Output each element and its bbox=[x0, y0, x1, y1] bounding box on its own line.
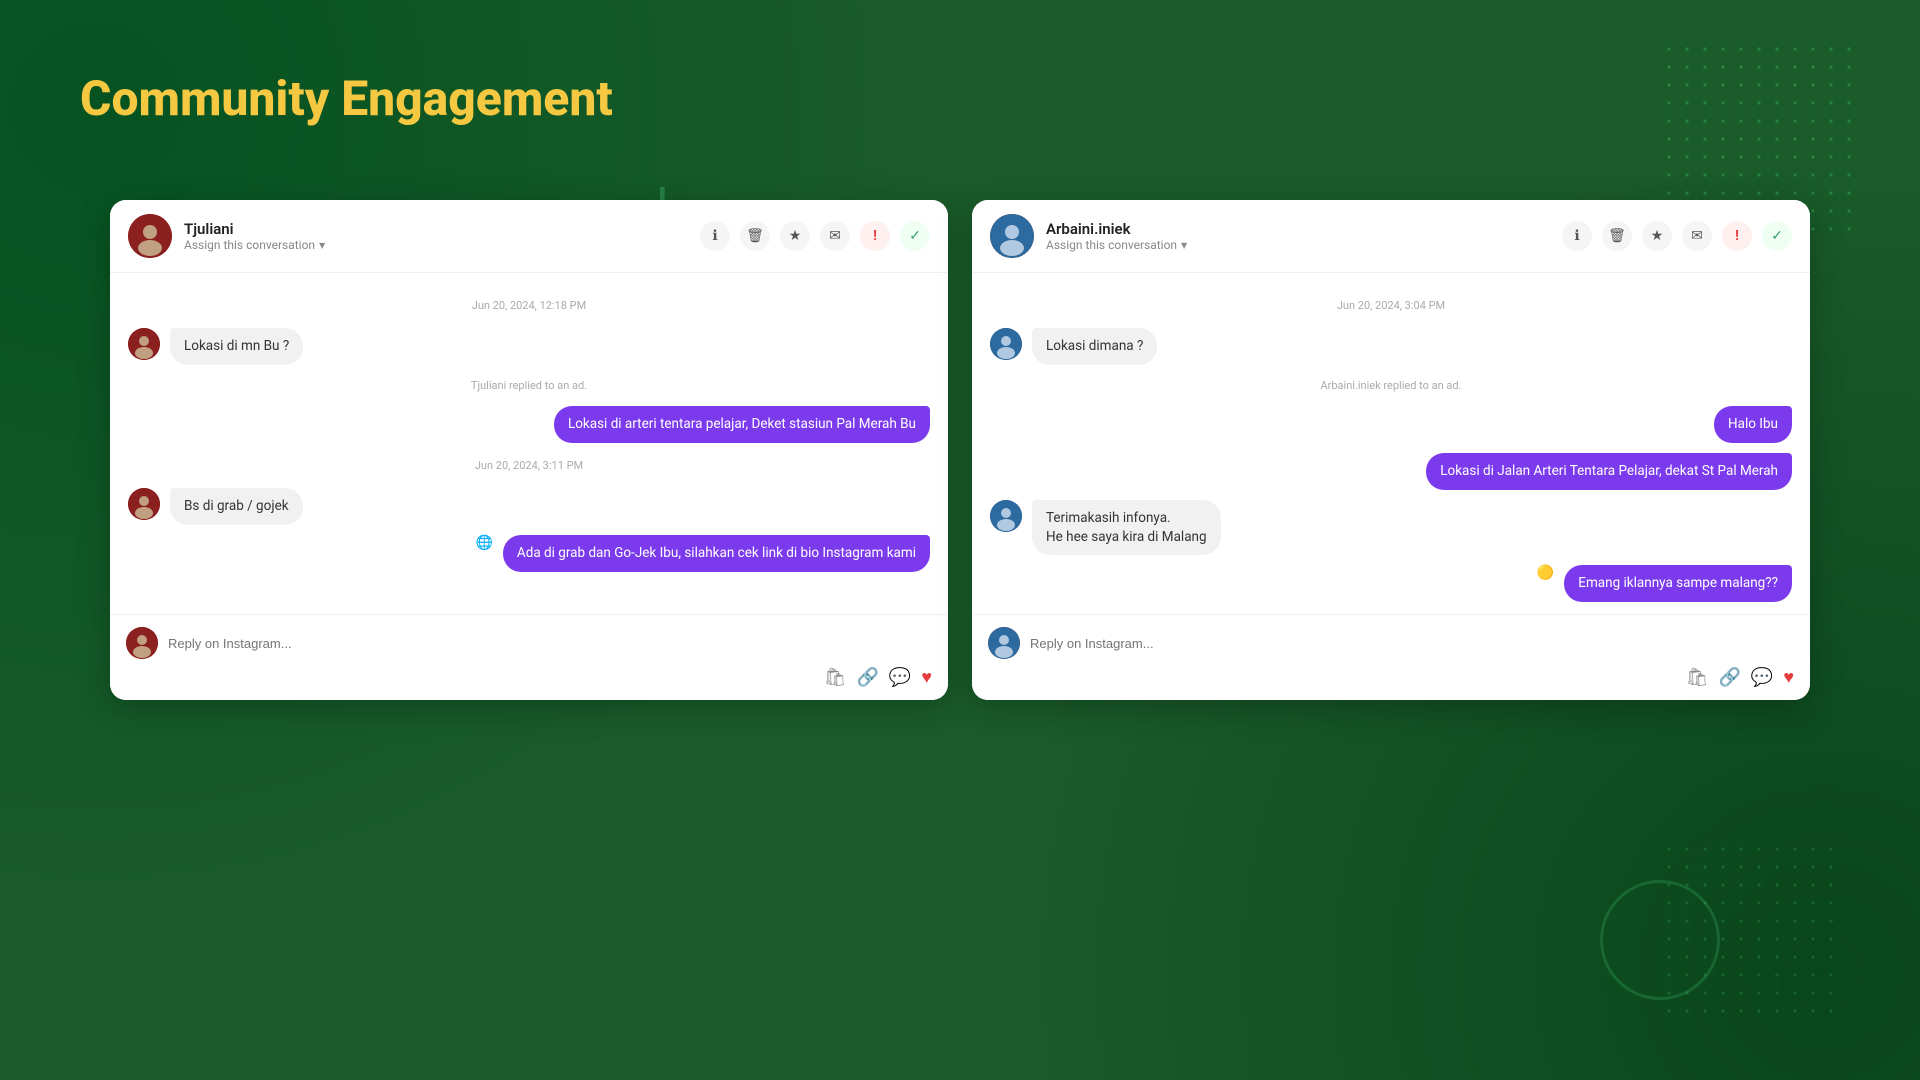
msg-avatar bbox=[128, 488, 160, 520]
avatar-inner-right bbox=[990, 214, 1034, 258]
reaction-emoji-right: 🟡 bbox=[1537, 565, 1554, 581]
msg-bubble-outgoing: Lokasi di Jalan Arteri Tentara Pelajar, … bbox=[1426, 453, 1792, 490]
link-icon[interactable]: 🔗 bbox=[856, 667, 878, 688]
chat-header-left: Tjuliani Assign this conversation ▾ ℹ 🗑 … bbox=[110, 200, 948, 273]
msg-bubble-outgoing: Ada di grab dan Go-Jek Ibu, silahkan cek… bbox=[503, 535, 930, 572]
star-button-right[interactable]: ★ bbox=[1642, 221, 1672, 251]
delete-button-right[interactable]: 🗑 bbox=[1602, 221, 1632, 251]
msg-bubble-outgoing: Emang iklannya sampe malang?? bbox=[1564, 565, 1792, 602]
chat-panel-left: Tjuliani Assign this conversation ▾ ℹ 🗑 … bbox=[110, 200, 948, 700]
timestamp-2-left: Jun 20, 2024, 3:11 PM bbox=[128, 459, 930, 472]
chat-header-info-right: Arbaini.iniek Assign this conversation ▾ bbox=[1046, 220, 1562, 252]
comment-icon[interactable]: 💬 bbox=[889, 667, 911, 688]
shopping-bag-icon[interactable]: 🛍 bbox=[824, 667, 847, 688]
star-button-left[interactable]: ★ bbox=[780, 221, 810, 251]
page-title: Community Engagement bbox=[80, 70, 613, 127]
message-row: Lokasi di arteri tentara pelajar, Deket … bbox=[128, 406, 930, 443]
conversations-container: Tjuliani Assign this conversation ▾ ℹ 🗑 … bbox=[110, 200, 1810, 700]
replied-to-ad-right: Arbaini.iniek replied to an ad. bbox=[990, 379, 1792, 392]
chat-user-name-left: Tjuliani bbox=[184, 220, 700, 238]
heart-icon[interactable]: ♥ bbox=[921, 667, 932, 688]
chat-header-info-left: Tjuliani Assign this conversation ▾ bbox=[184, 220, 700, 252]
input-avatar-left bbox=[126, 627, 158, 659]
chat-panel-right: Arbaini.iniek Assign this conversation ▾… bbox=[972, 200, 1810, 700]
shopping-bag-icon-right[interactable]: 🛍 bbox=[1686, 667, 1709, 688]
msg-bubble: Lokasi di mn Bu ? bbox=[170, 328, 303, 365]
assign-conversation-right[interactable]: Assign this conversation ▾ bbox=[1046, 238, 1562, 252]
timestamp-1-left: Jun 20, 2024, 12:18 PM bbox=[128, 299, 930, 312]
chat-messages-left: Jun 20, 2024, 12:18 PM Lokasi di mn Bu ?… bbox=[110, 273, 948, 614]
msg-avatar bbox=[128, 328, 160, 360]
chat-input-field-right[interactable] bbox=[1030, 632, 1794, 655]
message-row: Lokasi di Jalan Arteri Tentara Pelajar, … bbox=[990, 453, 1792, 490]
timestamp-1-right: Jun 20, 2024, 3:04 PM bbox=[990, 299, 1792, 312]
info-button-left[interactable]: ℹ bbox=[700, 221, 730, 251]
chat-actions-right: ℹ 🗑 ★ ✉ ! ✓ bbox=[1562, 221, 1792, 251]
input-tools-right: 🛍 🔗 💬 ♥ bbox=[988, 659, 1794, 688]
circle-decoration bbox=[1600, 880, 1720, 1000]
message-row: Ada di grab dan Go-Jek Ibu, silahkan cek… bbox=[128, 535, 930, 572]
chat-input-field-left[interactable] bbox=[168, 632, 932, 655]
chat-input-area-right: 🛍 🔗 💬 ♥ bbox=[972, 614, 1810, 700]
message-row: Halo Ibu bbox=[990, 406, 1792, 443]
assign-conversation-left[interactable]: Assign this conversation ▾ bbox=[184, 238, 700, 252]
avatar-inner-left bbox=[128, 214, 172, 258]
msg-bubble-outgoing: Halo Ibu bbox=[1714, 406, 1792, 443]
comment-icon-right[interactable]: 💬 bbox=[1751, 667, 1773, 688]
message-row: Emang iklannya sampe malang?? 🟡 bbox=[990, 565, 1792, 602]
mail-button-right[interactable]: ✉ bbox=[1682, 221, 1712, 251]
chat-input-row-right bbox=[988, 627, 1794, 659]
replied-to-ad-left: Tjuliani replied to an ad. bbox=[128, 379, 930, 392]
check-button-right[interactable]: ✓ bbox=[1762, 221, 1792, 251]
info-button-right[interactable]: ℹ bbox=[1562, 221, 1592, 251]
chat-header-right: Arbaini.iniek Assign this conversation ▾… bbox=[972, 200, 1810, 273]
msg-bubble: Terimakasih infonya.He hee saya kira di … bbox=[1032, 500, 1221, 556]
msg-bubble: Bs di grab / gojek bbox=[170, 488, 303, 525]
delete-button-left[interactable]: 🗑 bbox=[740, 221, 770, 251]
heart-icon-right[interactable]: ♥ bbox=[1783, 667, 1794, 688]
link-icon-right[interactable]: 🔗 bbox=[1718, 667, 1740, 688]
msg-avatar-right bbox=[990, 500, 1022, 532]
input-tools-left: 🛍 🔗 💬 ♥ bbox=[126, 659, 932, 688]
avatar-left bbox=[128, 214, 172, 258]
chat-actions-left: ℹ 🗑 ★ ✉ ! ✓ bbox=[700, 221, 930, 251]
input-avatar-right bbox=[988, 627, 1020, 659]
message-row: Terimakasih infonya.He hee saya kira di … bbox=[990, 500, 1792, 556]
exclamation-button-right[interactable]: ! bbox=[1722, 221, 1752, 251]
message-row: Lokasi di mn Bu ? bbox=[128, 328, 930, 365]
msg-bubble: Lokasi dimana ? bbox=[1032, 328, 1157, 365]
msg-bubble-outgoing: Lokasi di arteri tentara pelajar, Deket … bbox=[554, 406, 930, 443]
check-button-left[interactable]: ✓ bbox=[900, 221, 930, 251]
reaction-emoji: 🌐 bbox=[475, 535, 492, 551]
chat-input-row-left bbox=[126, 627, 932, 659]
mail-button-left[interactable]: ✉ bbox=[820, 221, 850, 251]
avatar-right bbox=[990, 214, 1034, 258]
message-row: Bs di grab / gojek bbox=[128, 488, 930, 525]
chat-messages-right: Jun 20, 2024, 3:04 PM Lokasi dimana ? Ar… bbox=[972, 273, 1810, 614]
chat-input-area-left: 🛍 🔗 💬 ♥ bbox=[110, 614, 948, 700]
chat-user-name-right: Arbaini.iniek bbox=[1046, 220, 1562, 238]
msg-avatar-right bbox=[990, 328, 1022, 360]
chevron-down-icon-right: ▾ bbox=[1181, 238, 1187, 252]
chevron-down-icon-left: ▾ bbox=[319, 238, 325, 252]
exclamation-button-left[interactable]: ! bbox=[860, 221, 890, 251]
message-row: Lokasi dimana ? bbox=[990, 328, 1792, 365]
